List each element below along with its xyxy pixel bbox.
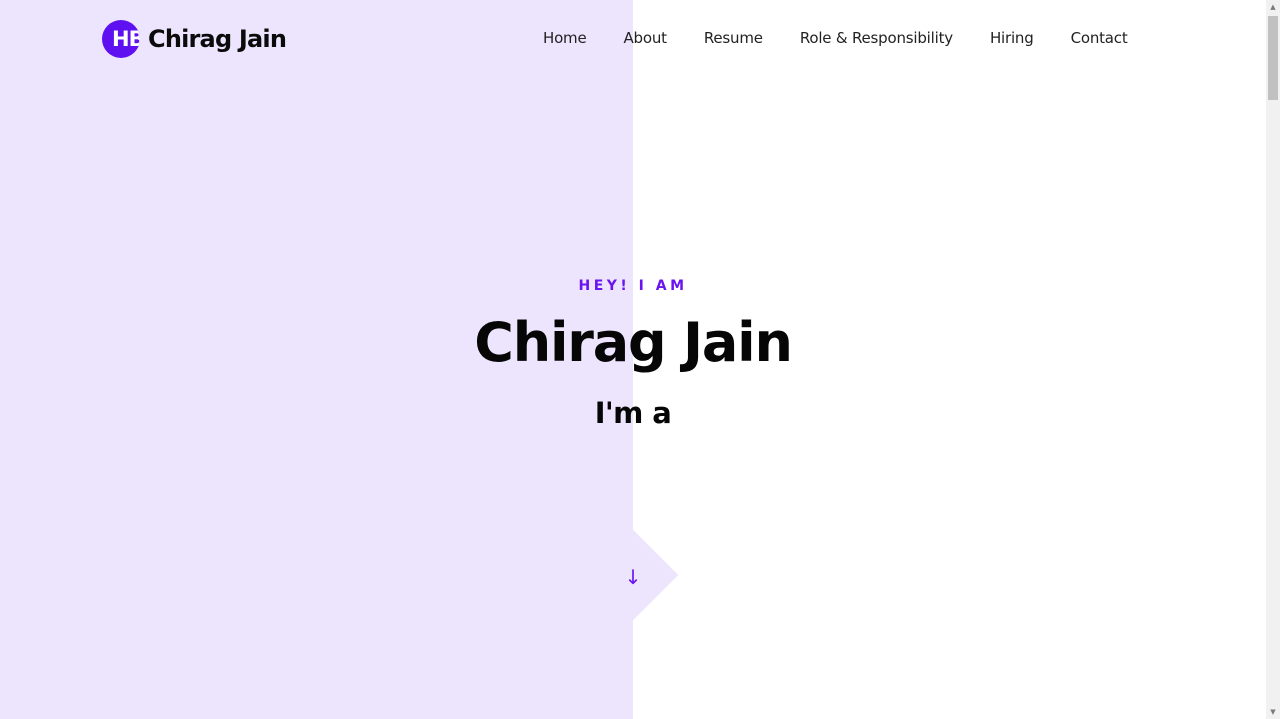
nav-role-responsibility[interactable]: Role & Responsibility [800, 29, 953, 47]
nav-contact[interactable]: Contact [1071, 29, 1128, 47]
main-nav: Home About Resume Role & Responsibility … [543, 27, 1128, 49]
logo-link[interactable]: HB Chirag Jain [102, 20, 287, 58]
nav-home[interactable]: Home [543, 29, 587, 47]
scroll-down-arrow-icon[interactable]: ▼ [1266, 705, 1280, 719]
hero-name: Chirag Jain [474, 311, 793, 374]
arrow-down-icon[interactable]: ↓ [621, 563, 645, 591]
nav-hiring[interactable]: Hiring [990, 29, 1034, 47]
scroll-up-arrow-icon[interactable]: ▲ [1266, 0, 1280, 14]
hero-eyebrow: HEY! I AM [578, 278, 688, 294]
vertical-scrollbar[interactable]: ▲ ▼ [1266, 0, 1280, 719]
hero-role-text: I'm a [594, 396, 672, 430]
scrollbar-thumb[interactable] [1268, 16, 1278, 100]
logo-name: Chirag Jain [148, 25, 287, 53]
nav-about[interactable]: About [624, 29, 668, 47]
logo-badge: HB [102, 20, 140, 58]
nav-resume[interactable]: Resume [704, 29, 763, 47]
page: HB Chirag Jain Home About Resume Role & … [0, 0, 1280, 719]
